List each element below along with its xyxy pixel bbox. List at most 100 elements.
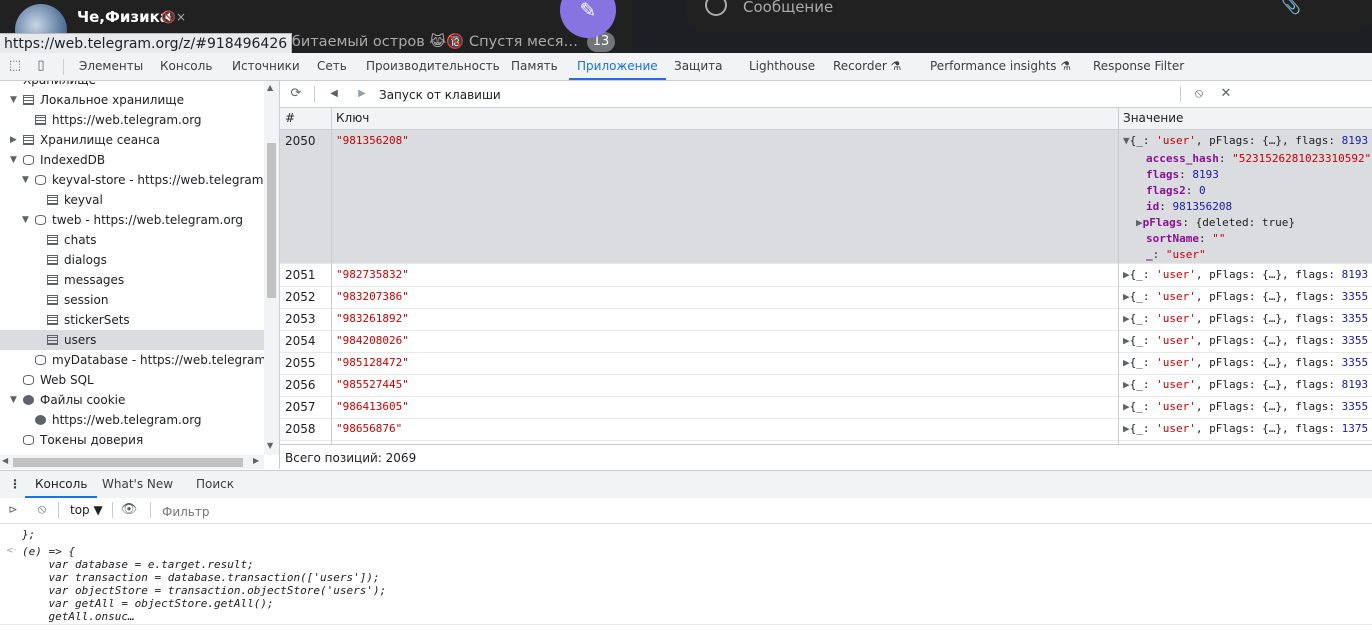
scrollbar-thumb[interactable] bbox=[267, 143, 276, 298]
row-value-summary[interactable]: ▶{_: 'user', pFlags: {…}, flags: 8193 bbox=[1123, 374, 1368, 396]
console-filter-input[interactable] bbox=[160, 501, 1364, 522]
next-page-icon[interactable]: ▶ bbox=[353, 85, 371, 103]
expanded-arrow-icon[interactable]: ▼ bbox=[22, 170, 29, 190]
collapsed-arrow-icon[interactable]: ▶ bbox=[1123, 334, 1130, 347]
sidebar-item[interactable]: keyval bbox=[0, 190, 264, 210]
clear-object-store-icon[interactable]: ⦸ bbox=[1190, 85, 1208, 103]
table-row[interactable]: 2056 "985527445" ▶{_: 'user', pFlags: {…},… bbox=[280, 374, 1372, 397]
tab-response-filter[interactable]: Response Filter bbox=[1093, 53, 1184, 80]
sidebar-item[interactable]: https://web.telegram.org bbox=[0, 110, 264, 130]
table-row[interactable]: 2052 "983207386" ▶{_: 'user', pFlags: {…},… bbox=[280, 286, 1372, 309]
sidebar-item[interactable]: ▶ Хранилище сеанса bbox=[0, 130, 264, 150]
scroll-left-icon[interactable]: ◀ bbox=[2, 456, 8, 465]
collapsed-arrow-icon[interactable]: ▶ bbox=[1123, 268, 1130, 281]
table-row[interactable]: 2058 "98656876" ▶{_: 'user', pFlags: {…}, … bbox=[280, 418, 1372, 441]
drawer-tab-whats-new[interactable]: What's New bbox=[102, 471, 173, 498]
sidebar-item[interactable]: ▼ keyval-store - https://web.telegram.org bbox=[0, 170, 279, 190]
tab-performance-insights[interactable]: Performance insights ⚗ bbox=[930, 53, 1071, 80]
drawer-tab-search[interactable]: Поиск bbox=[196, 471, 234, 498]
drawer-menu-icon[interactable]: ⋮ bbox=[9, 471, 21, 498]
column-key-header[interactable]: Ключ bbox=[336, 108, 369, 129]
scrollbar-thumb[interactable] bbox=[13, 458, 243, 467]
sidebar-vertical-scrollbar[interactable]: ▲ ▼ bbox=[264, 81, 279, 455]
start-from-key-input[interactable] bbox=[377, 84, 1181, 106]
cookie-icon bbox=[23, 395, 34, 405]
sidebar-item-label: myDatabase - https://web.telegram.org bbox=[52, 353, 280, 367]
collapsed-arrow-icon[interactable]: ▶ bbox=[1123, 312, 1130, 325]
row-value-summary[interactable]: ▶{_: 'user', pFlags: {…}, flags: 3355 bbox=[1123, 308, 1368, 330]
tab-network[interactable]: Сеть bbox=[317, 53, 347, 80]
tab-sources[interactable]: Источники bbox=[232, 53, 300, 80]
tab-performance[interactable]: Производительность bbox=[366, 53, 500, 80]
tab-security[interactable]: Защита bbox=[674, 53, 723, 80]
sidebar-item[interactable]: chats bbox=[0, 230, 264, 250]
sidebar-item[interactable]: Хранилище bbox=[0, 81, 264, 90]
tab-lighthouse[interactable]: Lighthouse bbox=[749, 53, 815, 80]
scroll-down-icon[interactable]: ▼ bbox=[267, 441, 273, 450]
sidebar-item[interactable]: https://web.telegram.org bbox=[0, 410, 264, 430]
sidebar-item[interactable]: users bbox=[0, 330, 264, 350]
sidebar-item[interactable]: session bbox=[0, 290, 264, 310]
collapsed-arrow-icon[interactable]: ▶ bbox=[10, 130, 17, 150]
table-row[interactable]: 2057 "986413605" ▶{_: 'user', pFlags: {…},… bbox=[280, 396, 1372, 419]
device-toolbar-icon[interactable]: ▯ bbox=[33, 58, 49, 74]
sidebar-item[interactable]: stickerSets bbox=[0, 310, 264, 330]
table-row[interactable]: 2053 "983261892" ▶{_: 'user', pFlags: {…},… bbox=[280, 308, 1372, 331]
clear-console-icon[interactable]: ⦸ bbox=[33, 501, 51, 519]
expanded-arrow-icon[interactable]: ▼ bbox=[22, 210, 29, 230]
row-value-summary[interactable]: ▼{_: 'user', pFlags: {…}, flags: 8193 bbox=[1123, 130, 1368, 152]
table-row-selected[interactable]: 2050 "981356208" ▼{_: 'user', pFlags: {…… bbox=[280, 130, 1372, 264]
drawer-tab-console[interactable]: Консоль bbox=[24, 471, 98, 498]
object-property[interactable]: ▶pFlags: {deleted: true} bbox=[1136, 215, 1295, 231]
tab-console[interactable]: Консоль bbox=[160, 53, 212, 80]
table-row[interactable]: 2055 "985128472" ▶{_: 'user', pFlags: {…},… bbox=[280, 352, 1372, 375]
eye-icon[interactable]: 👁 bbox=[120, 501, 138, 519]
sidebar-item[interactable]: myDatabase - https://web.telegram.org bbox=[0, 350, 279, 370]
row-value-summary[interactable]: ▶{_: 'user', pFlags: {…}, flags: 8193 bbox=[1123, 264, 1368, 286]
context-select[interactable]: top ▼ bbox=[70, 498, 103, 523]
sidebar-item[interactable]: ▼ IndexedDB bbox=[0, 150, 264, 170]
delete-selected-icon[interactable]: ✕ bbox=[1217, 85, 1235, 103]
column-divider[interactable] bbox=[1118, 108, 1119, 444]
collapsed-arrow-icon[interactable]: ▶ bbox=[1123, 290, 1130, 303]
inspect-element-icon[interactable]: ⬚ bbox=[7, 58, 23, 74]
tab-elements[interactable]: Элементы bbox=[79, 53, 143, 80]
collapsed-arrow-icon[interactable]: ▶ bbox=[1123, 422, 1130, 435]
previous-page-icon[interactable]: ◀ bbox=[325, 85, 343, 103]
collapsed-arrow-icon[interactable]: ▶ bbox=[1136, 216, 1143, 229]
row-value-summary[interactable]: ▶{_: 'user', pFlags: {…}, flags: 3355 bbox=[1123, 286, 1368, 308]
collapsed-arrow-icon[interactable]: ▶ bbox=[1123, 400, 1130, 413]
column-number-header[interactable]: # bbox=[285, 108, 295, 129]
tab-recorder[interactable]: Recorder ⚗ bbox=[833, 53, 901, 80]
sidebar-horizontal-scrollbar[interactable]: ◀ ▶ bbox=[0, 455, 264, 469]
drawer-tabbar: ⋮ Консоль What's New Поиск bbox=[0, 470, 1372, 499]
table-row[interactable]: 2051 "982735832" ▶{_: 'user', pFlags: {…},… bbox=[280, 264, 1372, 287]
column-value-header[interactable]: Значение bbox=[1123, 108, 1183, 129]
collapsed-arrow-icon[interactable]: ▶ bbox=[1123, 378, 1130, 391]
scroll-right-icon[interactable]: ▶ bbox=[253, 456, 259, 465]
tab-memory[interactable]: Память bbox=[511, 53, 558, 80]
collapsed-arrow-icon[interactable]: ▶ bbox=[1123, 356, 1130, 369]
expanded-arrow-icon[interactable]: ▼ bbox=[10, 90, 17, 110]
sidebar-item[interactable]: dialogs bbox=[0, 250, 264, 270]
sidebar-item[interactable]: ▼ Локальное хранилище bbox=[0, 90, 264, 110]
row-value-summary[interactable]: ▶{_: 'user', pFlags: {…}, flags: 3355 bbox=[1123, 352, 1368, 374]
sidebar-item[interactable]: ▼ Файлы cookie bbox=[0, 390, 264, 410]
attach-icon[interactable]: 📎 bbox=[1281, 0, 1301, 15]
sidebar-item[interactable]: ▼ tweb - https://web.telegram.org bbox=[0, 210, 264, 230]
sidebar-item[interactable]: Токены доверия bbox=[0, 430, 264, 450]
expanded-arrow-icon[interactable]: ▼ bbox=[10, 150, 17, 170]
sidebar-item[interactable]: messages bbox=[0, 270, 264, 290]
tab-application[interactable]: Приложение bbox=[569, 53, 666, 80]
expanded-arrow-icon[interactable]: ▼ bbox=[10, 390, 17, 410]
row-value-summary[interactable]: ▶{_: 'user', pFlags: {…}, flags: 1375 bbox=[1123, 418, 1368, 440]
table-row[interactable]: 2054 "984208026" ▶{_: 'user', pFlags: {…},… bbox=[280, 330, 1372, 353]
scroll-up-icon[interactable]: ▲ bbox=[267, 83, 273, 92]
row-value-summary[interactable]: ▶{_: 'user', pFlags: {…}, flags: 3355 bbox=[1123, 330, 1368, 352]
refresh-icon[interactable]: ⟳ bbox=[287, 85, 305, 103]
row-value-summary[interactable]: ▶{_: 'user', pFlags: {…}, flags: 3355 bbox=[1123, 396, 1368, 418]
sidebar-item[interactable]: Web SQL bbox=[0, 370, 264, 390]
column-divider[interactable] bbox=[331, 108, 332, 444]
sidebar-toggle-icon[interactable]: ⊳ bbox=[4, 501, 22, 519]
row-number: 2058 bbox=[285, 422, 316, 436]
